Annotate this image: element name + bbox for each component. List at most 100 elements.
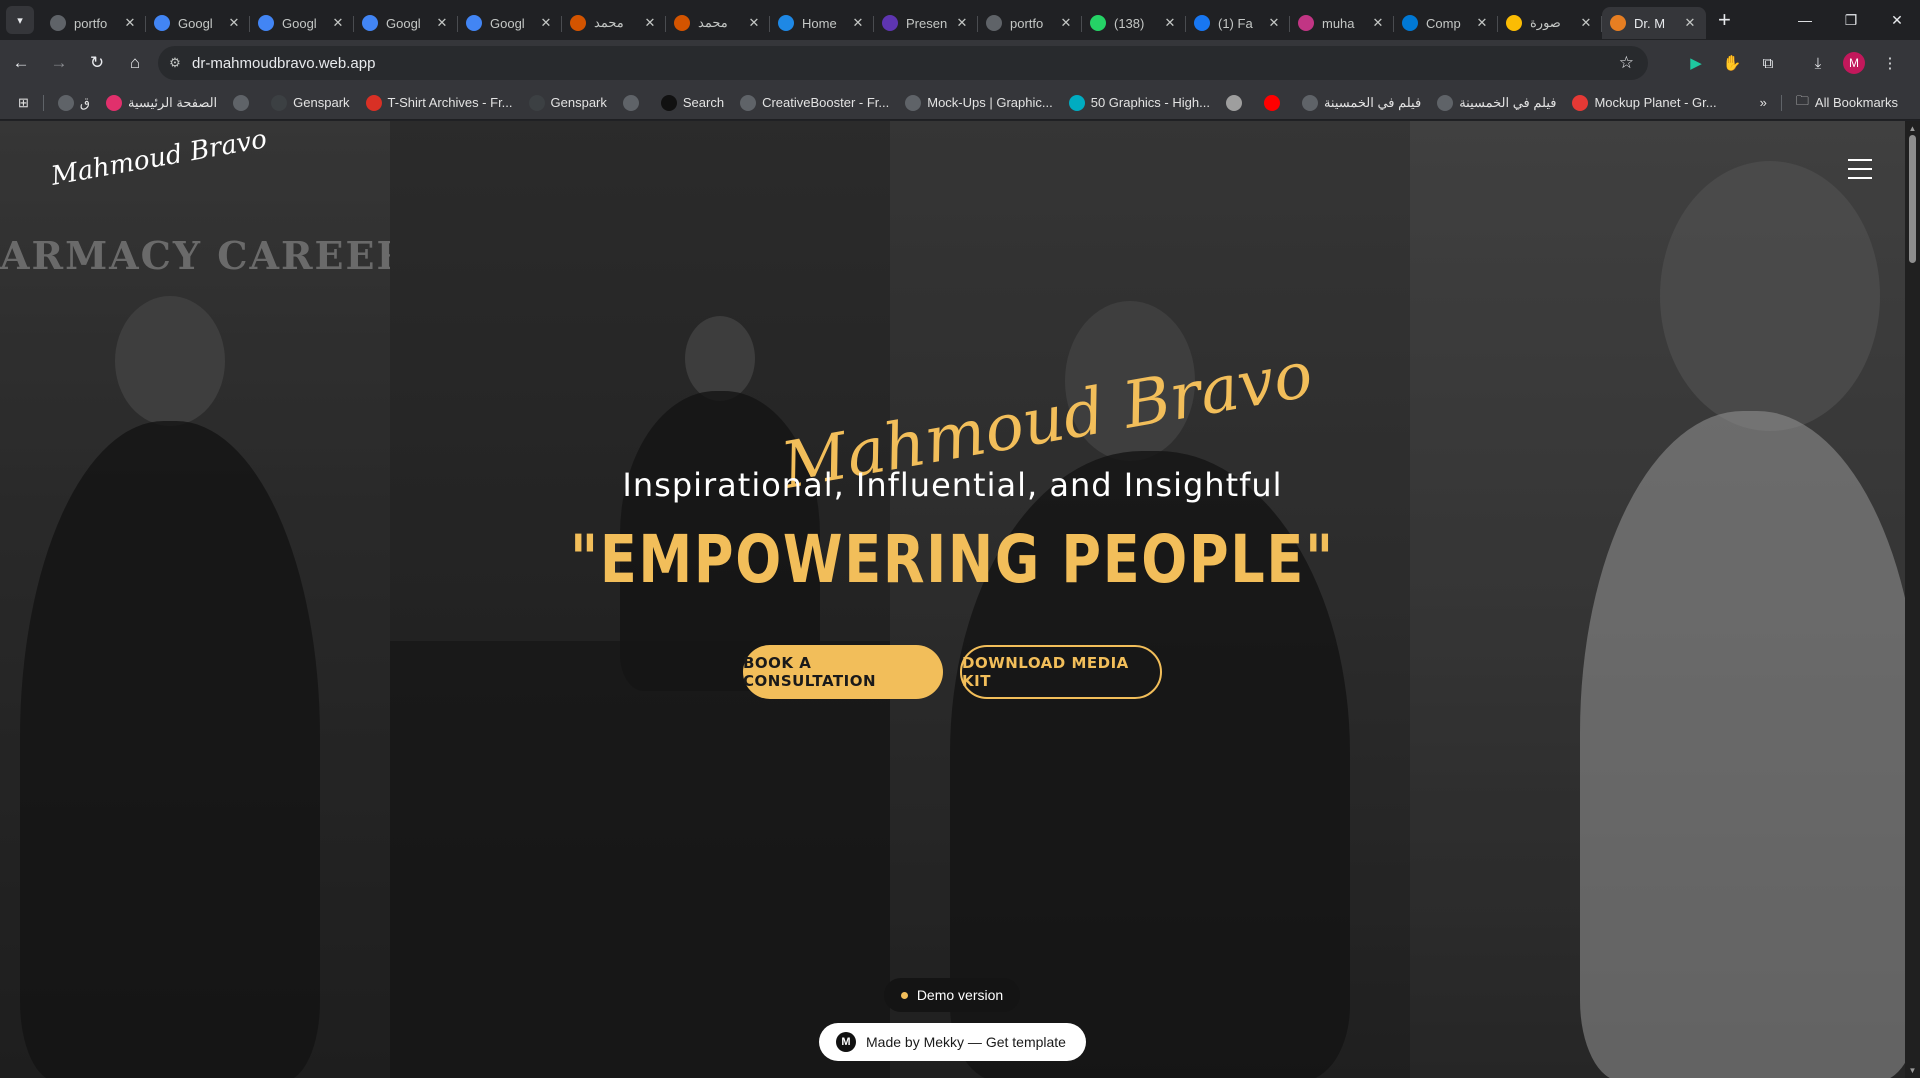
bookmark-item[interactable]: الصفحة الرئيسية	[98, 89, 225, 117]
menu-kebab-icon[interactable]: ⋮	[1872, 46, 1908, 80]
profile-avatar[interactable]: M	[1843, 52, 1865, 74]
browser-tab[interactable]: Presen ✕	[874, 7, 978, 39]
instagram-icon	[1298, 15, 1314, 31]
all-bookmarks-button[interactable]: 🗀 All Bookmarks	[1788, 89, 1906, 117]
bookmark-item[interactable]: Genspark	[521, 89, 615, 117]
image-icon	[1225, 94, 1242, 111]
folder-icon	[57, 94, 74, 111]
bookmark-item[interactable]: فيلم في الخمسينة	[1429, 89, 1564, 117]
bookmark-divider	[1780, 94, 1782, 111]
extension-hand-icon[interactable]: ✋	[1714, 46, 1750, 80]
download-media-kit-button[interactable]: DOWNLOAD MEDIA KIT	[960, 645, 1162, 699]
bookmark-label: T-Shirt Archives - Fr...	[387, 95, 513, 110]
page-scrollbar[interactable]: ▲ ▼	[1905, 121, 1920, 1078]
download-icon[interactable]: ⤓	[1800, 46, 1836, 80]
tab-close-icon[interactable]: ✕	[954, 15, 970, 31]
bookmarks-bar: ⊞ ق الصفحة الرئيسية Genspark T-Shirt Archiv…	[0, 86, 1920, 120]
bookmark-list: ق الصفحة الرئيسية Genspark T-Shirt Archives…	[50, 89, 1725, 117]
tab-close-icon[interactable]: ✕	[746, 15, 762, 31]
site-info-icon[interactable]: ⚙	[158, 46, 192, 80]
restore-icon[interactable]: ❐	[1828, 0, 1874, 40]
back-icon[interactable]: ←	[4, 46, 38, 80]
bookmark-item[interactable]: Mock-Ups | Graphic...	[897, 89, 1060, 117]
bookmark-item[interactable]: CreativeBooster - Fr...	[732, 89, 897, 117]
browser-tab[interactable]: محمد ✕	[562, 7, 666, 39]
tab-close-icon[interactable]: ✕	[1058, 15, 1074, 31]
browser-tab[interactable]: portfo ✕	[978, 7, 1082, 39]
canva-icon	[778, 15, 794, 31]
browser-tab[interactable]: Comp ✕	[1394, 7, 1498, 39]
new-tab-button[interactable]: +	[1718, 9, 1731, 31]
tab-close-icon[interactable]: ✕	[1474, 15, 1490, 31]
bookmark-label: CreativeBooster - Fr...	[762, 95, 890, 110]
browser-tab[interactable]: محمد ✕	[666, 7, 770, 39]
tab-close-icon[interactable]: ✕	[642, 15, 658, 31]
bookmark-item[interactable]	[1218, 89, 1256, 117]
home-icon[interactable]: ⌂	[118, 46, 152, 80]
book-consultation-button[interactable]: BOOK A CONSULTATION	[743, 645, 943, 699]
browser-tab[interactable]: Googl ✕	[458, 7, 562, 39]
browser-tab[interactable]: Googl ✕	[354, 7, 458, 39]
tab-close-icon[interactable]: ✕	[122, 15, 138, 31]
globe-icon	[622, 94, 639, 111]
bookmark-item[interactable]: 50 Graphics - High...	[1061, 89, 1218, 117]
browser-tab[interactable]: portfo ✕	[42, 7, 146, 39]
extensions-puzzle-icon[interactable]: ⧉	[1750, 46, 1786, 80]
browser-tab[interactable]: Googl ✕	[250, 7, 354, 39]
bookmark-item[interactable]: ق	[50, 89, 98, 117]
status-dot-icon	[900, 991, 908, 999]
tab-close-icon[interactable]: ✕	[1162, 15, 1178, 31]
bookmark-item[interactable]: T-Shirt Archives - Fr...	[358, 89, 521, 117]
bookmark-item[interactable]: Search	[653, 89, 732, 117]
tab-close-icon[interactable]: ✕	[1578, 15, 1594, 31]
bookmark-item[interactable]	[1256, 89, 1294, 117]
browser-tab[interactable]: Home ✕	[770, 7, 874, 39]
tab-search-button[interactable]: ▾	[6, 6, 34, 34]
extension-play-icon[interactable]: ▶	[1678, 46, 1714, 80]
bookmark-label: Genspark	[293, 95, 350, 110]
browser-tab[interactable]: Dr. M ✕	[1602, 7, 1706, 39]
scroll-up-arrow-icon[interactable]: ▲	[1905, 124, 1920, 133]
forward-icon[interactable]: →	[42, 46, 76, 80]
scroll-down-arrow-icon[interactable]: ▼	[1905, 1066, 1920, 1075]
bookmark-item[interactable]	[615, 89, 653, 117]
apps-grid-icon[interactable]: ⊞	[10, 89, 37, 117]
close-window-icon[interactable]: ✕	[1874, 0, 1920, 40]
browser-tab[interactable]: (1) Fa ✕	[1186, 7, 1290, 39]
minimize-icon[interactable]: —	[1782, 0, 1828, 40]
bookmark-item[interactable]	[225, 89, 263, 117]
tab-close-icon[interactable]: ✕	[226, 15, 242, 31]
bookmark-item[interactable]: فيلم في الخمسينة	[1294, 89, 1429, 117]
reload-icon[interactable]: ↻	[80, 46, 114, 80]
ai-avatar-icon	[674, 15, 690, 31]
browser-tab[interactable]: muha ✕	[1290, 7, 1394, 39]
bookmark-item[interactable]: Mockup Planet - Gr...	[1564, 89, 1724, 117]
bookmark-star-icon[interactable]: ☆	[1619, 53, 1634, 73]
tab-close-icon[interactable]: ✕	[850, 15, 866, 31]
tab-close-icon[interactable]: ✕	[434, 15, 450, 31]
tab-strip: portfo ✕ Googl ✕ Googl ✕ Googl ✕ Googl ✕ محمد ✕ محمد…	[42, 0, 1706, 40]
extensions-area: ▶ ✋ ⧉ ⤓ M ⋮	[1678, 46, 1908, 80]
tab-close-icon[interactable]: ✕	[538, 15, 554, 31]
tab-title: Home	[802, 15, 837, 31]
more-bookmarks-button[interactable]: »	[1752, 89, 1775, 117]
hamburger-line	[1848, 168, 1872, 170]
browser-tab[interactable]: Googl ✕	[146, 7, 250, 39]
made-by-template-link[interactable]: M Made by Mekky — Get template	[819, 1023, 1086, 1061]
address-bar[interactable]: ⚙ dr-mahmoudbravo.web.app ☆	[158, 46, 1648, 80]
browser-tab[interactable]: (138) ✕	[1082, 7, 1186, 39]
browser-tab[interactable]: صورة ✕	[1498, 7, 1602, 39]
tab-close-icon[interactable]: ✕	[1370, 15, 1386, 31]
tab-close-icon[interactable]: ✕	[1682, 15, 1698, 31]
openai-icon	[50, 15, 66, 31]
url-text[interactable]: dr-mahmoudbravo.web.app	[192, 55, 375, 72]
hamburger-menu-icon[interactable]	[1848, 159, 1872, 179]
tab-close-icon[interactable]: ✕	[1266, 15, 1282, 31]
made-by-label: Made by Mekky — Get template	[866, 1034, 1066, 1050]
openai-icon	[986, 15, 1002, 31]
bookmark-item[interactable]: Genspark	[263, 89, 357, 117]
scrollbar-thumb[interactable]	[1909, 135, 1916, 263]
site-favicon-icon	[1610, 15, 1626, 31]
tab-close-icon[interactable]: ✕	[330, 15, 346, 31]
tab-title: محمد	[698, 15, 728, 30]
